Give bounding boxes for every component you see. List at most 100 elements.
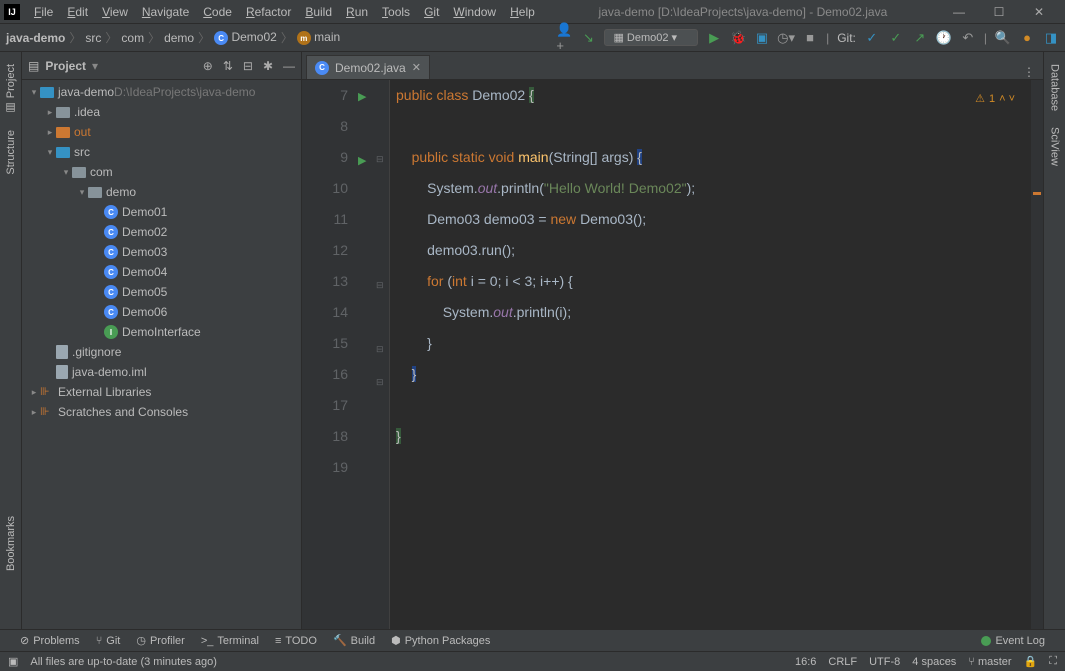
left-tool-stripe: ▤ ProjectStructure Bookmarks — [0, 52, 22, 629]
close-button[interactable]: ✕ — [1025, 5, 1053, 19]
coverage-button[interactable]: ▣ — [754, 30, 770, 46]
close-tab-icon[interactable]: ✕ — [412, 61, 421, 74]
right-tool-stripe: DatabaseSciView — [1043, 52, 1065, 629]
select-file-icon[interactable]: ⊕ — [203, 59, 213, 73]
tree-node[interactable]: CDemo05 — [22, 282, 301, 302]
menu-tools[interactable]: Tools — [376, 3, 416, 21]
lock-icon[interactable]: 🔒 — [1024, 655, 1038, 668]
tree-node[interactable]: CDemo02 — [22, 222, 301, 242]
menu-refactor[interactable]: Refactor — [240, 3, 297, 21]
editor-tab-active[interactable]: C Demo02.java ✕ — [306, 55, 430, 79]
menu-run[interactable]: Run — [340, 3, 374, 21]
tab-label: Demo02.java — [335, 61, 406, 75]
debug-button[interactable]: 🐞 — [730, 30, 746, 46]
main-menu: FileEditViewNavigateCodeRefactorBuildRun… — [28, 3, 541, 21]
menu-git[interactable]: Git — [418, 3, 445, 21]
bottom-tab-todo[interactable]: ≡TODO — [275, 635, 317, 647]
code-editor[interactable]: 78910111213141516171819 ▶ ▶ ⊟ ⊟ ⊟⊟ ⚠ 1 ˄… — [302, 80, 1043, 629]
event-log-tab[interactable]: Event Log — [981, 635, 1045, 647]
breadcrumb-item[interactable]: demo — [164, 31, 194, 45]
add-user-icon[interactable]: 👤+ — [556, 30, 572, 46]
editor-area: C Demo02.java ✕ ⋮ 7891011121314151617181… — [302, 52, 1043, 629]
file-encoding[interactable]: UTF-8 — [869, 656, 900, 668]
tree-node[interactable]: ▾com — [22, 162, 301, 182]
git-revert-icon[interactable]: ↶ — [960, 30, 976, 46]
tool-tab-bookmarks[interactable]: Bookmarks — [2, 508, 20, 579]
run-button[interactable]: ▶ — [706, 30, 722, 46]
settings-icon[interactable]: ✱ — [263, 59, 273, 73]
window-controls: — ☐ ✕ — [945, 5, 1061, 19]
expand-all-icon[interactable]: ⇅ — [223, 59, 233, 73]
toolbox-icon[interactable]: ◨ — [1043, 30, 1059, 46]
tree-node[interactable]: ▸.idea — [22, 102, 301, 122]
menu-file[interactable]: File — [28, 3, 59, 21]
bottom-tool-stripe: ⊘Problems ⑂Git ◷Profiler >_Terminal ≡TODO 🔨Bu… — [0, 629, 1065, 651]
tool-tab-project[interactable]: ▤ Project — [1, 56, 20, 122]
tree-node[interactable]: CDemo01 — [22, 202, 301, 222]
hide-icon[interactable]: — — [283, 59, 295, 73]
breadcrumb-item[interactable]: java-demo — [6, 31, 65, 45]
indent-info[interactable]: 4 spaces — [912, 656, 956, 668]
git-branch[interactable]: ⑂ master — [968, 656, 1011, 668]
tree-node[interactable]: IDemoInterface — [22, 322, 301, 342]
line-separator[interactable]: CRLF — [828, 656, 857, 668]
menu-edit[interactable]: Edit — [61, 3, 94, 21]
tool-tab-database[interactable]: Database — [1046, 56, 1064, 119]
tree-node[interactable]: ▸⊪External Libraries — [22, 382, 301, 402]
git-history-icon[interactable]: 🕐 — [936, 30, 952, 46]
status-bar: ▣ All files are up-to-date (3 minutes ag… — [0, 651, 1065, 671]
menu-navigate[interactable]: Navigate — [136, 3, 195, 21]
bottom-tab-problems[interactable]: ⊘Problems — [20, 634, 80, 647]
warning-marker[interactable] — [1033, 192, 1041, 195]
tree-node[interactable]: java-demo.iml — [22, 362, 301, 382]
breadcrumb-item[interactable]: C Demo02 — [214, 30, 277, 46]
error-stripe[interactable] — [1031, 80, 1043, 629]
breadcrumb[interactable]: java-demo〉src〉com〉demo〉C Demo02〉m main — [6, 29, 340, 46]
maximize-button[interactable]: ☐ — [985, 5, 1013, 19]
bottom-tab-terminal[interactable]: >_Terminal — [201, 635, 259, 647]
menu-build[interactable]: Build — [299, 3, 338, 21]
breadcrumb-item[interactable]: com — [121, 31, 144, 45]
menu-help[interactable]: Help — [504, 3, 541, 21]
git-label: Git: — [837, 31, 856, 45]
tree-node[interactable]: ▾src — [22, 142, 301, 162]
title-bar: IJ FileEditViewNavigateCodeRefactorBuild… — [0, 0, 1065, 24]
tree-node[interactable]: ▾java-demo D:\IdeaProjects\java-demo — [22, 82, 301, 102]
project-view-dropdown[interactable]: ▾ — [92, 59, 98, 73]
sync-icon[interactable]: ↘ — [580, 30, 596, 46]
breadcrumb-item[interactable]: m main — [297, 30, 340, 46]
caret-position[interactable]: 16:6 — [795, 656, 816, 668]
bottom-tab-profiler[interactable]: ◷Profiler — [136, 634, 184, 647]
bottom-tab-git[interactable]: ⑂Git — [96, 635, 121, 647]
status-icon: ▣ — [8, 655, 18, 668]
collapse-all-icon[interactable]: ⊟ — [243, 59, 253, 73]
menu-code[interactable]: Code — [197, 3, 238, 21]
bottom-tab-build[interactable]: 🔨Build — [333, 634, 375, 647]
bottom-tab-python-packages[interactable]: ⬢Python Packages — [391, 634, 490, 647]
profile-button[interactable]: ◷▾ — [778, 30, 794, 46]
memory-icon[interactable]: ⛶ — [1049, 655, 1057, 668]
tree-node[interactable]: .gitignore — [22, 342, 301, 362]
project-tree[interactable]: ▾java-demo D:\IdeaProjects\java-demo▸.id… — [22, 80, 301, 629]
tree-node[interactable]: ▸out — [22, 122, 301, 142]
menu-window[interactable]: Window — [447, 3, 502, 21]
tool-tab-sciview[interactable]: SciView — [1046, 119, 1064, 174]
stop-button[interactable]: ■ — [802, 30, 818, 46]
minimize-button[interactable]: — — [945, 5, 973, 19]
tree-node[interactable]: CDemo04 — [22, 262, 301, 282]
ide-settings-icon[interactable]: ● — [1019, 30, 1035, 46]
tree-node[interactable]: CDemo06 — [22, 302, 301, 322]
tree-node[interactable]: ▸⊪Scratches and Consoles — [22, 402, 301, 422]
git-push-icon[interactable]: ↗ — [912, 30, 928, 46]
tree-node[interactable]: CDemo03 — [22, 242, 301, 262]
run-config-select[interactable]: ▦ Demo02 ▾ — [604, 29, 698, 46]
git-commit-icon[interactable]: ✓ — [888, 30, 904, 46]
tree-node[interactable]: ▾demo — [22, 182, 301, 202]
menu-view[interactable]: View — [96, 3, 134, 21]
git-pull-icon[interactable]: ✓ — [864, 30, 880, 46]
inspection-warning-badge[interactable]: ⚠ 1 ˄ ˅ — [975, 84, 1015, 115]
breadcrumb-item[interactable]: src — [85, 31, 101, 45]
tab-menu-icon[interactable]: ⋮ — [1023, 65, 1035, 79]
search-icon[interactable]: 🔍 — [995, 30, 1011, 46]
tool-tab-structure[interactable]: Structure — [2, 122, 20, 183]
